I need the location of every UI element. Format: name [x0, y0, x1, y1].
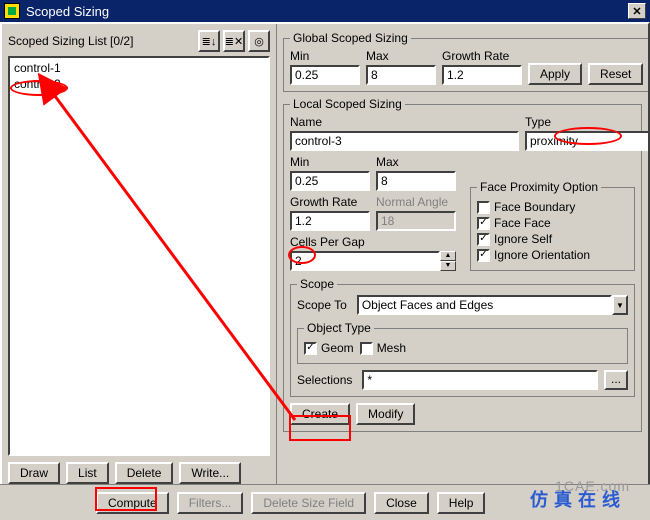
left-panel: Scoped Sizing List [0/2] ≣↓ ≣✕ ◎ control…: [2, 24, 277, 518]
scope-to-select[interactable]: [357, 295, 612, 315]
chk-label: Geom: [321, 341, 354, 355]
global-group: Global Scoped Sizing Min Max Growth Rate…: [283, 31, 648, 92]
client-area: Scoped Sizing List [0/2] ≣↓ ≣✕ ◎ control…: [0, 22, 650, 520]
chk-face-boundary[interactable]: Face Boundary: [477, 200, 628, 214]
global-legend: Global Scoped Sizing: [290, 31, 411, 45]
chk-geom[interactable]: ✓ Geom: [304, 341, 354, 355]
chk-label: Face Boundary: [494, 200, 575, 214]
compute-button[interactable]: Compute: [96, 492, 169, 514]
list-item[interactable]: control-1: [12, 60, 266, 76]
filters-button[interactable]: Filters...: [177, 492, 244, 514]
normal-angle-input: [376, 211, 456, 231]
checkbox-icon: ✓: [477, 233, 490, 246]
scope-group: Scope Scope To ▼ Object Type ✓ Geom: [290, 277, 635, 397]
write-button[interactable]: Write...: [179, 462, 241, 484]
local-max-label: Max: [376, 155, 456, 169]
list-item[interactable]: control-2: [12, 76, 266, 92]
sizing-list-label: Scoped Sizing List [0/2]: [8, 34, 195, 48]
watermark-text: 仿真在线: [530, 486, 626, 512]
help-button[interactable]: Help: [437, 492, 486, 514]
apply-button[interactable]: Apply: [528, 63, 582, 85]
local-gr-label: Growth Rate: [290, 195, 370, 209]
filter-icon[interactable]: ≣↓: [198, 30, 220, 52]
create-button[interactable]: Create: [290, 403, 350, 425]
selections-input[interactable]: [362, 370, 598, 390]
reset-button[interactable]: Reset: [588, 63, 643, 85]
name-label: Name: [290, 115, 519, 129]
global-gr-input[interactable]: [442, 65, 522, 85]
target-icon[interactable]: ◎: [248, 30, 270, 52]
chk-label: Ignore Orientation: [494, 248, 590, 262]
window-title: Scoped Sizing: [26, 4, 109, 19]
app-icon: [4, 3, 20, 19]
close-icon[interactable]: ✕: [628, 3, 646, 19]
checkbox-icon: [477, 201, 490, 214]
normal-angle-label: Normal Angle: [376, 195, 456, 209]
scope-to-label: Scope To: [297, 298, 347, 312]
local-min-label: Min: [290, 155, 370, 169]
titlebar: Scoped Sizing ✕: [0, 0, 650, 22]
local-legend: Local Scoped Sizing: [290, 97, 405, 111]
cpg-input[interactable]: [290, 251, 440, 271]
fpo-group: Face Proximity Option Face Boundary ✓ Fa…: [470, 180, 635, 271]
modify-button[interactable]: Modify: [356, 403, 415, 425]
right-panel: Global Scoped Sizing Min Max Growth Rate…: [277, 24, 648, 518]
checkbox-icon: ✓: [477, 249, 490, 262]
sizing-listbox[interactable]: control-1 control-2: [8, 56, 270, 456]
checkbox-icon: ✓: [304, 342, 317, 355]
name-input[interactable]: [290, 131, 519, 151]
chk-face-face[interactable]: ✓ Face Face: [477, 216, 628, 230]
checkbox-icon: ✓: [477, 217, 490, 230]
checkbox-icon: [360, 342, 373, 355]
spinner-up-icon[interactable]: ▲: [440, 251, 456, 261]
chk-ignore-self[interactable]: ✓ Ignore Self: [477, 232, 628, 246]
local-max-input[interactable]: [376, 171, 456, 191]
browse-button[interactable]: ...: [604, 370, 628, 390]
list-button[interactable]: List: [66, 462, 109, 484]
chk-ignore-orientation[interactable]: ✓ Ignore Orientation: [477, 248, 628, 262]
object-type-group: Object Type ✓ Geom Mesh: [297, 321, 628, 364]
chk-label: Ignore Self: [494, 232, 552, 246]
selections-label: Selections: [297, 373, 352, 387]
chk-mesh[interactable]: Mesh: [360, 341, 406, 355]
global-min-input[interactable]: [290, 65, 360, 85]
local-gr-input[interactable]: [290, 211, 370, 231]
close-button[interactable]: Close: [374, 492, 429, 514]
spinner-down-icon[interactable]: ▼: [440, 261, 456, 271]
filter-clear-icon[interactable]: ≣✕: [223, 30, 245, 52]
local-group: Local Scoped Sizing Name Type ▼: [283, 97, 642, 432]
global-max-label: Max: [366, 49, 436, 63]
type-label: Type: [525, 115, 635, 129]
global-gr-label: Growth Rate: [442, 49, 522, 63]
fpo-legend: Face Proximity Option: [477, 180, 601, 194]
chk-label: Mesh: [377, 341, 406, 355]
global-max-input[interactable]: [366, 65, 436, 85]
global-min-label: Min: [290, 49, 360, 63]
object-type-legend: Object Type: [304, 321, 374, 335]
delete-size-field-button[interactable]: Delete Size Field: [251, 492, 366, 514]
cpg-label: Cells Per Gap: [290, 235, 456, 249]
type-select[interactable]: [525, 131, 648, 151]
draw-button[interactable]: Draw: [8, 462, 60, 484]
local-min-input[interactable]: [290, 171, 370, 191]
delete-button[interactable]: Delete: [115, 462, 174, 484]
chk-label: Face Face: [494, 216, 551, 230]
chevron-down-icon[interactable]: ▼: [612, 295, 628, 315]
scope-legend: Scope: [297, 277, 337, 291]
